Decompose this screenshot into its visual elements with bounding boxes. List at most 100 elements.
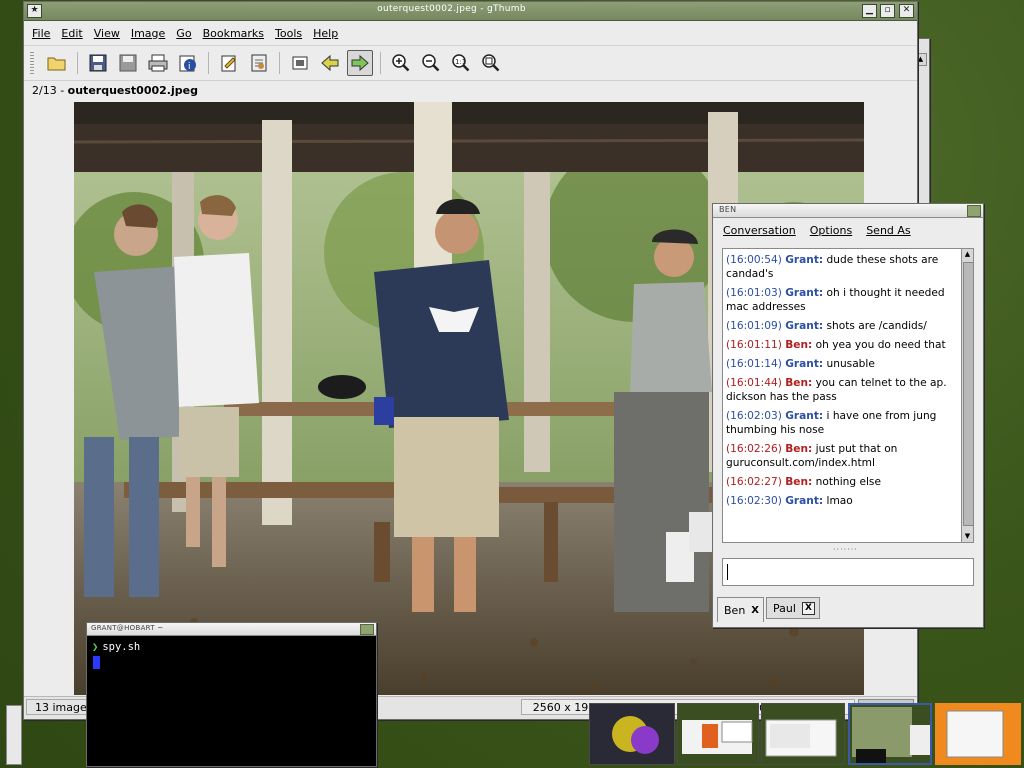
terminal-title: GRANT@HOBART ~ — [91, 624, 164, 632]
terminal-titlebar[interactable]: GRANT@HOBART ~ — [87, 623, 376, 636]
chat-message: (16:01:44) Ben: you can telnet to the ap… — [726, 377, 947, 403]
workspace-4-current[interactable] — [848, 703, 932, 765]
terminal-window-button[interactable] — [360, 624, 374, 635]
open-folder-button[interactable] — [44, 50, 70, 76]
zoom-fit-button[interactable] — [478, 50, 504, 76]
menu-send-as[interactable]: Send As — [866, 224, 910, 237]
zoom-in-button[interactable] — [388, 50, 414, 76]
gthumb-titlebar[interactable]: ★ outerquest0002.jpeg - gThumb ▁ ▫ ✕ — [24, 2, 917, 21]
pager-handle[interactable] — [6, 705, 22, 765]
tab-ben[interactable]: Ben X — [717, 597, 765, 622]
menu-file[interactable]: File — [32, 27, 59, 40]
close-tab-icon[interactable]: X — [801, 601, 815, 615]
conversation-scrollbar[interactable]: ▲ ▼ — [961, 248, 974, 543]
toolbar: i 1:1 — [24, 46, 917, 81]
workspace-preview — [946, 710, 1004, 758]
terminal-cursor — [93, 656, 100, 669]
terminal-window: GRANT@HOBART ~ ❯ spy.sh — [86, 622, 377, 767]
window-title: outerquest0002.jpeg - gThumb — [377, 4, 526, 14]
conversation-tabs: Ben X Paul X — [717, 597, 820, 622]
menu-help[interactable]: Help — [313, 27, 347, 40]
zoom-in-icon — [392, 54, 410, 72]
terminal-command: spy.sh — [102, 641, 141, 653]
previous-image-button[interactable] — [317, 50, 343, 76]
chat-title: BEN — [719, 205, 737, 214]
tab-label: Ben — [724, 603, 746, 617]
toolbar-grip[interactable] — [30, 52, 34, 74]
image-filename: outerquest0002.jpeg — [67, 84, 198, 97]
tab-label: Paul — [773, 601, 796, 615]
chat-message: (16:02:26) Ben: just put that on gurucon… — [726, 443, 898, 469]
workspace-1[interactable] — [589, 703, 675, 765]
save-icon — [89, 54, 107, 72]
toolbar-separator — [208, 52, 209, 74]
chat-message: (16:02:27) Ben: nothing else — [726, 476, 881, 488]
maximize-button[interactable]: ▫ — [880, 4, 895, 18]
scroll-down-icon[interactable]: ▼ — [962, 531, 973, 542]
chat-message: (16:02:03) Grant: i have one from jung t… — [726, 410, 937, 436]
window-menu-icon[interactable]: ★ — [27, 4, 42, 18]
edit-comment-button[interactable] — [216, 50, 242, 76]
arrow-left-icon — [321, 54, 339, 72]
fullscreen-icon — [292, 56, 308, 70]
arrow-right-icon — [351, 54, 369, 72]
slideshow-button[interactable] — [246, 50, 272, 76]
chat-menubar: Conversation Options Send As — [723, 224, 911, 237]
printer-icon — [148, 54, 168, 72]
chat-message: (16:02:30) Grant: lmao — [726, 495, 853, 507]
print-button[interactable] — [145, 50, 171, 76]
scroll-up-icon[interactable]: ▲ — [962, 249, 973, 260]
chat-message: (16:01:14) Grant: unusable — [726, 358, 875, 370]
chat-message: (16:01:11) Ben: oh yea you do need that — [726, 339, 946, 351]
workspace-preview — [852, 707, 930, 763]
workspace-3[interactable] — [761, 703, 845, 765]
message-input[interactable] — [722, 558, 974, 586]
menu-conversation[interactable]: Conversation — [723, 224, 796, 237]
zoom-100-button[interactable]: 1:1 — [448, 50, 474, 76]
save-as-icon — [119, 54, 137, 72]
toolbar-separator — [77, 52, 78, 74]
chat-window-button[interactable] — [967, 205, 981, 217]
menu-options[interactable]: Options — [810, 224, 852, 237]
prompt-icon: ❯ — [92, 641, 99, 653]
save-as-button[interactable] — [115, 50, 141, 76]
properties-button[interactable]: i — [175, 50, 201, 76]
save-button[interactable] — [85, 50, 111, 76]
menu-image[interactable]: Image — [131, 27, 174, 40]
terminal-output[interactable]: ❯ spy.sh — [92, 641, 140, 653]
menu-bookmarks[interactable]: Bookmarks — [203, 27, 273, 40]
folder-icon — [47, 57, 66, 71]
text-caret — [727, 564, 728, 580]
menu-go[interactable]: Go — [176, 27, 200, 40]
menubar: File Edit View Image Go Bookmarks Tools … — [24, 21, 917, 46]
toolbar-separator — [380, 52, 381, 74]
note-icon — [221, 55, 236, 72]
tab-paul[interactable]: Paul X — [766, 597, 820, 619]
close-button[interactable]: ✕ — [899, 4, 914, 18]
svg-text:1:1: 1:1 — [455, 58, 466, 66]
zoom-actual-icon: 1:1 — [452, 54, 470, 72]
close-tab-icon[interactable]: X — [751, 605, 759, 616]
fullscreen-button[interactable] — [287, 50, 313, 76]
minimize-button[interactable]: ▁ — [862, 4, 877, 18]
menu-edit[interactable]: Edit — [61, 27, 91, 40]
pane-resize-handle[interactable]: ······· — [833, 545, 858, 554]
workspace-2[interactable] — [677, 703, 759, 765]
chat-message: (16:01:03) Grant: oh i thought it needed… — [726, 287, 945, 313]
workspace-5[interactable] — [935, 703, 1021, 765]
svg-text:i: i — [188, 62, 191, 72]
zoom-out-icon — [422, 54, 440, 72]
next-image-button[interactable] — [347, 50, 373, 76]
slideshow-icon — [251, 54, 267, 72]
scrollbar-thumb[interactable] — [963, 262, 974, 526]
workspace-preview — [765, 719, 837, 757]
menu-tools[interactable]: Tools — [275, 27, 311, 40]
menu-view[interactable]: View — [94, 27, 129, 40]
conversation-log[interactable]: (16:00:54) Grant: dude these shots are c… — [722, 248, 968, 543]
zoom-fit-icon — [482, 54, 500, 72]
image-filename-label: 2/13 - outerquest0002.jpeg — [32, 84, 198, 97]
image-index: 2/13 - — [32, 84, 68, 97]
chat-titlebar[interactable]: BEN — [713, 204, 983, 218]
zoom-out-button[interactable] — [418, 50, 444, 76]
info-icon: i — [179, 55, 196, 72]
